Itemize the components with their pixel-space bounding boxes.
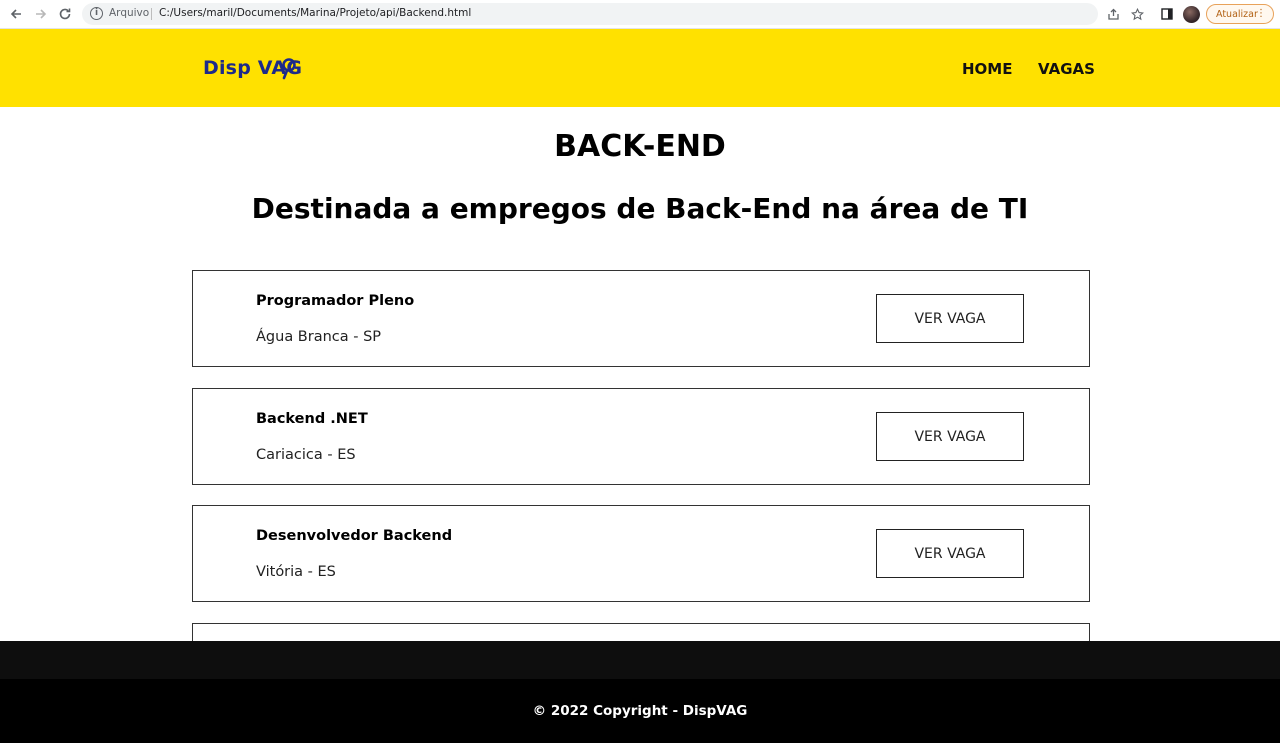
job-title: Backend .NET (256, 411, 368, 427)
scheme-label: Arquivo (109, 7, 150, 19)
url-text[interactable]: C:/Users/maril/Documents/Marina/Projeto/… (159, 7, 471, 19)
job-location: Água Branca - SP (256, 329, 382, 345)
ver-vaga-button[interactable]: VER VAGA (876, 529, 1024, 578)
page-title: BACK-END (554, 129, 726, 164)
address-separator (151, 8, 152, 20)
job-card: Desenvolvedor Backend Vitória - ES VER V… (192, 505, 1090, 602)
magnifier-logo-icon (282, 58, 296, 80)
browser-toolbar: i Arquivo C:/Users/maril/Documents/Marin… (0, 0, 1280, 29)
job-title: Programador Pleno (256, 293, 415, 309)
info-icon[interactable]: i (90, 7, 103, 20)
ver-vaga-button[interactable]: VER VAGA (876, 294, 1024, 343)
job-card: Programador Pleno Água Branca - SP VER V… (192, 270, 1090, 367)
back-icon[interactable] (7, 5, 25, 23)
update-button[interactable]: Atualizar ⋮ (1206, 4, 1274, 24)
reload-icon[interactable] (56, 5, 74, 23)
star-icon[interactable] (1129, 6, 1145, 22)
site-footer: © 2022 Copyright - DispVAG (0, 679, 1280, 743)
side-panel-icon[interactable] (1159, 6, 1175, 22)
forward-icon[interactable] (32, 5, 50, 23)
address-bar[interactable]: i Arquivo C:/Users/maril/Documents/Marin… (82, 3, 1098, 25)
copyright-text: © 2022 Copyright - DispVAG (532, 703, 748, 719)
job-card: Backend .NET Cariacica - ES VER VAGA (192, 388, 1090, 485)
job-location: Cariacica - ES (256, 447, 356, 463)
ver-vaga-button[interactable]: VER VAGA (876, 412, 1024, 461)
profile-avatar[interactable] (1183, 6, 1200, 23)
share-icon[interactable] (1105, 6, 1121, 22)
page-subtitle: Destinada a empregos de Back-End na área… (251, 192, 1029, 225)
job-title: Desenvolvedor Backend (256, 528, 453, 544)
more-menu-icon: ⋮ (1256, 8, 1266, 19)
update-label: Atualizar (1216, 8, 1258, 20)
nav-home-link[interactable]: HOME (962, 60, 1012, 78)
nav-vagas-link[interactable]: VAGAS (1038, 60, 1095, 78)
footer-band (0, 641, 1280, 679)
job-location: Vitória - ES (256, 564, 336, 580)
site-header: Disp VAG HOME VAGAS (0, 29, 1280, 107)
